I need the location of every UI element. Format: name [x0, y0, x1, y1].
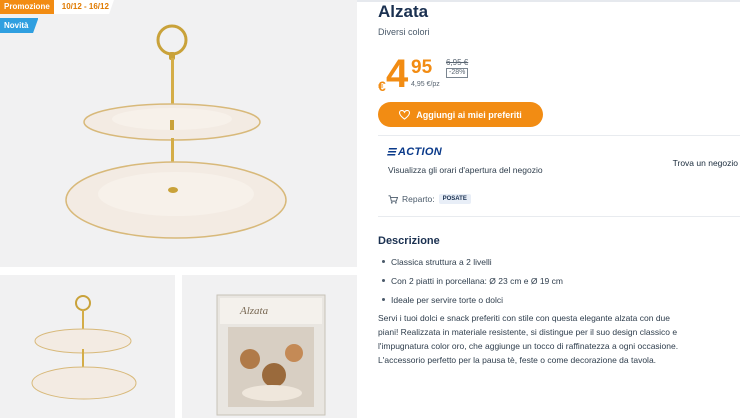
price-block: € 4 95 4,95 €/pz 6,95 € -28% [378, 52, 498, 94]
promo-badge-label: Promozione [0, 0, 54, 14]
product-subtitle: Diversi colori [378, 27, 430, 37]
description-line: l'impugnatura color oro, che aggiunge un… [378, 341, 679, 351]
product-title: Alzata [378, 2, 429, 21]
thumbnail-2[interactable]: Alzata [182, 275, 357, 418]
list-item: Ideale per servire torte o dolci [382, 290, 563, 309]
description-title: Descrizione [378, 235, 440, 247]
thumbnail-1[interactable] [0, 275, 175, 418]
department-row: Reparto: POSATE [388, 194, 471, 204]
store-section: ACTION Visualizza gli orari d'apertura d… [378, 135, 740, 217]
store-logo: ACTION [386, 146, 442, 158]
discount-badge: -28% [446, 68, 469, 78]
description-bullets: Classica struttura a 2 livelli Con 2 pia… [382, 252, 563, 309]
description-line: piani! Realizzata in materiale resistent… [378, 327, 678, 337]
packaging-label: Alzata [240, 305, 269, 317]
unit-price: 4,95 €/pz [411, 81, 440, 88]
promo-badge-dates: 10/12 - 16/12 [53, 0, 114, 14]
description-text: Servi i tuoi dolci e snack preferiti con… [378, 311, 730, 367]
product-gallery: Promozione 10/12 - 16/12 Novità Alzata [0, 0, 357, 418]
new-badge: Novità [0, 18, 39, 33]
cake-stand-thumb-image [31, 295, 137, 400]
bullet-dot [382, 298, 385, 301]
bullet-text: Ideale per servire torte o dolci [391, 294, 503, 305]
packaging-image [216, 294, 326, 416]
store-logo-text: ACTION [398, 146, 442, 158]
heart-icon [399, 109, 411, 120]
list-item: Classica struttura a 2 livelli [382, 252, 563, 271]
price-integer: 4 [386, 52, 409, 96]
promo-badge: Promozione 10/12 - 16/12 [0, 0, 114, 14]
cart-icon [388, 194, 398, 204]
add-to-favorites-button[interactable]: Aggiungi ai miei preferiti [378, 102, 543, 127]
old-price: 6,95 € [446, 58, 469, 67]
logo-stripes [386, 148, 398, 156]
price-decimal: 95 [411, 57, 433, 78]
bullet-text: Con 2 piatti in porcellana: Ø 23 cm e Ø … [391, 275, 563, 286]
main-product-image[interactable]: Promozione 10/12 - 16/12 Novità [0, 0, 357, 267]
department-tag[interactable]: POSATE [438, 194, 471, 204]
product-info: Alzata Diversi colori € 4 95 4,95 €/pz 6… [378, 0, 740, 418]
add-to-favorites-label: Aggiungi ai miei preferiti [416, 109, 522, 120]
description-line: L'accessorio perfetto per la pausa tè, f… [378, 355, 657, 365]
store-hours-link[interactable]: Visualizza gli orari d'apertura del nego… [388, 165, 543, 175]
bullet-dot [382, 279, 385, 282]
find-store-link[interactable]: Trova un negozio [673, 158, 738, 168]
list-item: Con 2 piatti in porcellana: Ø 23 cm e Ø … [382, 271, 563, 290]
description-line: Servi i tuoi dolci e snack preferiti con… [378, 313, 671, 323]
cake-stand-image [65, 24, 287, 239]
department-label: Reparto: [402, 194, 435, 204]
bullet-dot [382, 260, 385, 263]
bullet-text: Classica struttura a 2 livelli [391, 256, 492, 267]
currency-symbol: € [378, 78, 386, 94]
